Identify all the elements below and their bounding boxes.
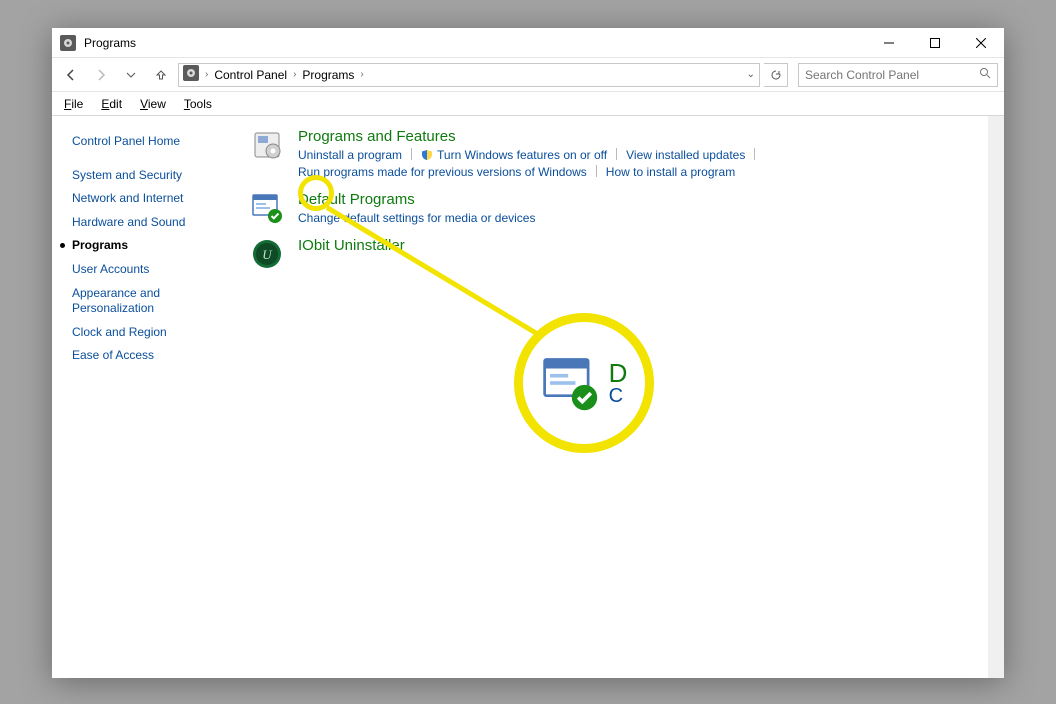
maximize-button[interactable]: [912, 28, 958, 57]
nav-history-dropdown[interactable]: [118, 62, 144, 88]
programs-features-icon: [250, 128, 284, 162]
close-button[interactable]: [958, 28, 1004, 57]
breadcrumb-sep-icon: ›: [360, 69, 363, 80]
zoom-title-fragment: D: [609, 360, 628, 386]
iobit-icon: U: [250, 237, 284, 271]
annotation-highlight-marker: [298, 175, 334, 211]
breadcrumb-root[interactable]: Control Panel: [214, 68, 287, 82]
link-how-install[interactable]: How to install a program: [606, 165, 735, 179]
search-icon: [979, 67, 991, 82]
menu-edit[interactable]: Edit: [93, 95, 130, 113]
sidebar-item-home[interactable]: Control Panel Home: [72, 130, 238, 154]
menu-view[interactable]: View: [132, 95, 174, 113]
minimize-button[interactable]: [866, 28, 912, 57]
refresh-button[interactable]: [764, 63, 788, 87]
shield-icon: [421, 149, 433, 161]
app-icon: [60, 35, 76, 51]
address-bar[interactable]: › Control Panel › Programs › ⌄: [178, 63, 760, 87]
sidebar-item-network[interactable]: Network and Internet: [72, 187, 238, 211]
category-title[interactable]: Programs and Features: [298, 128, 992, 145]
titlebar: Programs: [52, 28, 1004, 58]
sidebar-item-clock[interactable]: Clock and Region: [72, 321, 238, 345]
sidebar-item-users[interactable]: User Accounts: [72, 258, 238, 282]
menu-tools[interactable]: Tools: [176, 95, 220, 113]
sidebar-item-appearance[interactable]: Appearance and Personalization: [72, 282, 238, 321]
window-title: Programs: [84, 36, 866, 50]
breadcrumb-current[interactable]: Programs: [302, 68, 354, 82]
annotation-zoom-lens: D C: [514, 313, 654, 453]
menu-file[interactable]: File: [56, 95, 91, 113]
sidebar: Control Panel Home System and Security N…: [52, 116, 242, 678]
window-controls: [866, 28, 1004, 57]
link-compat[interactable]: Run programs made for previous versions …: [298, 165, 587, 179]
link-uninstall[interactable]: Uninstall a program: [298, 148, 402, 162]
svg-text:U: U: [262, 247, 273, 262]
category-iobit: U IObit Uninstaller: [250, 237, 992, 271]
search-input[interactable]: [805, 68, 979, 82]
breadcrumb-sep-icon: ›: [205, 69, 208, 80]
menubar: File Edit View Tools: [52, 92, 1004, 116]
category-programs-features: Programs and Features Uninstall a progra…: [250, 128, 992, 179]
nav-forward-button[interactable]: [88, 62, 114, 88]
search-box[interactable]: [798, 63, 998, 87]
category-default-programs: Default Programs Change default settings…: [250, 191, 992, 225]
navbar: › Control Panel › Programs › ⌄: [52, 58, 1004, 92]
window: Programs: [52, 28, 1004, 678]
default-programs-icon: [250, 191, 284, 225]
zoom-sub-fragment: C: [609, 386, 628, 406]
link-windows-features[interactable]: Turn Windows features on or off: [421, 148, 607, 162]
address-dropdown-icon[interactable]: ⌄: [747, 69, 755, 80]
nav-back-button[interactable]: [58, 62, 84, 88]
category-title[interactable]: Default Programs: [298, 191, 992, 208]
sidebar-item-hardware[interactable]: Hardware and Sound: [72, 211, 238, 235]
sidebar-item-ease[interactable]: Ease of Access: [72, 344, 238, 368]
link-installed-updates[interactable]: View installed updates: [626, 148, 745, 162]
sidebar-item-system[interactable]: System and Security: [72, 164, 238, 188]
default-programs-icon-zoomed: [541, 354, 599, 412]
sidebar-item-programs[interactable]: Programs: [72, 234, 238, 258]
nav-up-button[interactable]: [148, 62, 174, 88]
breadcrumb-sep-icon: ›: [293, 69, 296, 80]
address-icon: [183, 65, 199, 84]
